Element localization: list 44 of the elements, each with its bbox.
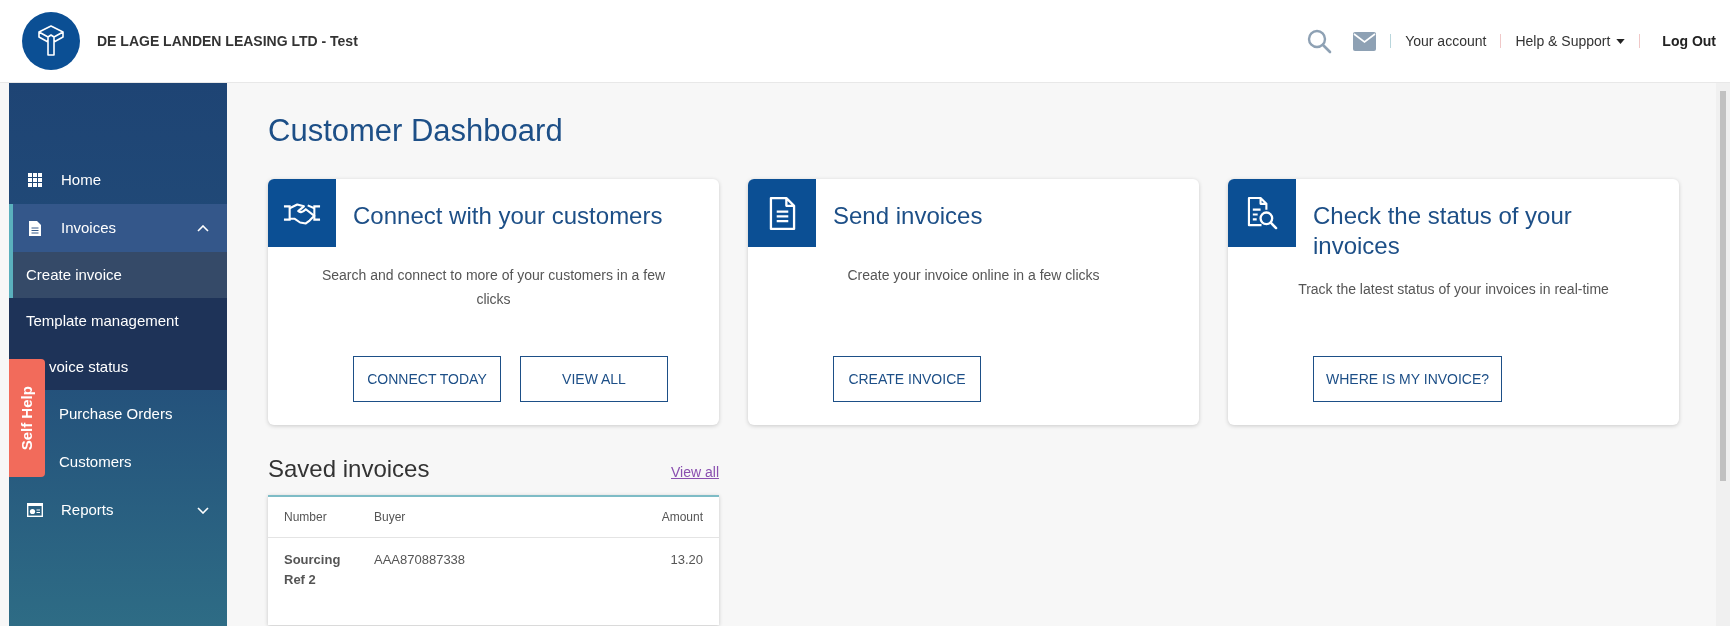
sidebar-item[interactable]: Customers [45,438,227,486]
table-cell-text: 13.20 [669,551,703,569]
submenu-item[interactable]: Create invoice [9,252,227,298]
company-logo[interactable] [22,12,80,70]
document-icon [768,195,796,231]
document-icon [29,220,41,236]
search-icon[interactable] [1306,28,1333,54]
card-description: Create your invoice online in a few clicks [846,266,1101,285]
account-link[interactable]: Your account [1405,30,1487,52]
sidebar-item[interactable]: Invoices [9,204,227,252]
mail-icon[interactable] [1353,31,1377,51]
grid-icon [28,173,42,187]
chevron-icon [197,224,209,232]
card-button[interactable]: VIEW ALL [520,356,668,402]
company-name: DE LAGE LANDEN LEASING LTD - Test [97,31,358,51]
sidebar-item[interactable]: Purchase Orders [45,390,227,438]
column-header: Buyer [374,509,407,526]
caret-icon [1616,38,1626,44]
submenu-item[interactable]: voice status [45,344,227,390]
section-heading: Saved invoices [268,454,430,484]
logout-link[interactable]: Log Out [1662,30,1716,52]
report-icon [27,503,43,517]
scrollbar[interactable] [1716,83,1730,626]
chevron-icon [197,506,209,514]
table-cell-text: AAA870887338 [374,551,467,569]
view-all-link[interactable]: View all [671,462,719,483]
help-support-menu[interactable]: Help & Support [1515,30,1626,52]
card-title: Check the status of your invoices [1313,201,1573,261]
handshake-icon [283,200,321,226]
card-title: Connect with your customers [353,201,663,231]
sidebar-item[interactable]: Home [9,156,227,204]
page-title: Customer Dashboard [268,112,564,150]
card-button[interactable]: WHERE IS MY INVOICE? [1313,356,1503,402]
column-header: Amount [660,509,703,526]
submenu-item[interactable]: Template management [9,298,227,344]
card-description: Search and connect to more of your customers in a few clicks [320,266,667,309]
card-button[interactable]: CREATE INVOICE [833,356,981,402]
card-title: Send invoices [833,201,983,231]
table-cell-text: Sourcing Ref 2 [284,551,342,589]
document-search-icon [1246,195,1278,231]
card-button[interactable]: CONNECT TODAY [353,356,501,402]
column-header: Number [284,509,328,526]
card-description: Track the latest status of your invoices in real-time [1297,280,1610,299]
sidebar-item[interactable]: Reports [9,486,227,534]
